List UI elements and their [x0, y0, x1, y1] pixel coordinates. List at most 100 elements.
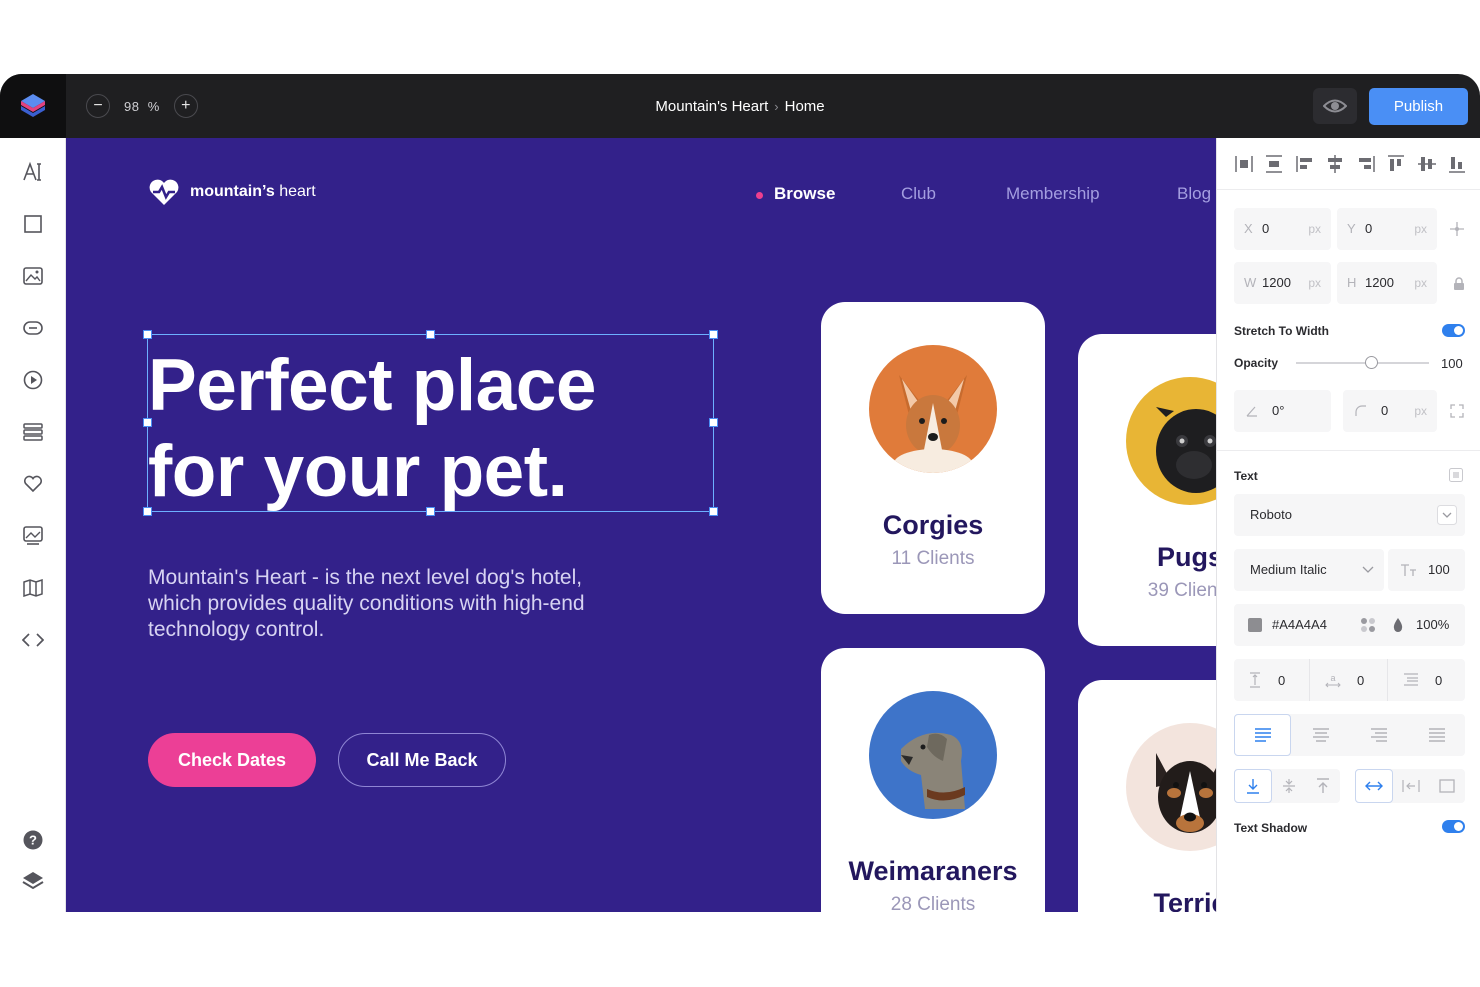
- font-size-icon: [1401, 564, 1416, 576]
- hero-description[interactable]: Mountain's Heart - is the next level dog…: [148, 565, 618, 643]
- breadcrumb-page[interactable]: Home: [785, 98, 825, 115]
- align-center-h-icon[interactable]: [1325, 154, 1345, 174]
- resize-handle-tl[interactable]: [143, 330, 152, 339]
- valign-middle-button[interactable]: [1272, 769, 1306, 803]
- align-left-icon[interactable]: [1295, 154, 1315, 174]
- x-position-field[interactable]: X 0 px: [1234, 208, 1331, 250]
- stretch-to-width-toggle[interactable]: [1442, 324, 1465, 337]
- align-text-right-button[interactable]: [1350, 714, 1407, 756]
- move-icon[interactable]: [1449, 221, 1465, 237]
- site-brand[interactable]: mountain’s heart: [148, 178, 316, 206]
- nav-membership[interactable]: Membership: [1006, 184, 1100, 204]
- text-color-field[interactable]: #A4A4A4 100%: [1234, 604, 1465, 646]
- resize-handle-t[interactable]: [426, 330, 435, 339]
- align-bottom-icon[interactable]: [1447, 154, 1467, 174]
- nav-browse[interactable]: Browse: [774, 184, 835, 204]
- font-style-select[interactable]: Medium Italic: [1234, 549, 1384, 591]
- arrow-down-icon: [1247, 779, 1259, 794]
- opacity-drop-icon: [1393, 618, 1403, 632]
- map-icon[interactable]: [19, 574, 47, 602]
- chevron-down-icon: [1437, 505, 1457, 525]
- lock-icon[interactable]: [1453, 277, 1465, 291]
- breed-card-terriers[interactable]: Terrie: [1078, 680, 1216, 912]
- align-text-justify-button[interactable]: [1408, 714, 1465, 756]
- align-right-icon[interactable]: [1356, 154, 1376, 174]
- resize-handle-r[interactable]: [709, 418, 718, 427]
- corner-radius-field[interactable]: 0 px: [1343, 390, 1437, 432]
- valign-bottom-button[interactable]: [1234, 769, 1272, 803]
- line-height-icon: [1250, 672, 1260, 688]
- align-center-v-icon[interactable]: [1417, 154, 1437, 174]
- paragraph-spacing-field[interactable]: 0: [1389, 659, 1465, 701]
- valign-top-button[interactable]: [1306, 769, 1340, 803]
- breed-card-pugs[interactable]: Pugs 39 Clients: [1078, 334, 1216, 646]
- wrap-text-icon: [1402, 780, 1420, 792]
- text-align-group: [1234, 714, 1465, 756]
- video-tool-icon[interactable]: [19, 366, 47, 394]
- fixed-size-button[interactable]: [1429, 769, 1465, 803]
- publish-button[interactable]: Publish: [1369, 88, 1468, 125]
- text-tool-icon[interactable]: [19, 158, 47, 186]
- paragraph-spacing-icon: [1404, 673, 1418, 686]
- breed-card-weimaraners[interactable]: Weimaraners 28 Clients: [821, 648, 1045, 912]
- left-toolbar: ?: [0, 138, 66, 912]
- font-size-field[interactable]: 100: [1388, 549, 1465, 591]
- align-text-left-button[interactable]: [1234, 714, 1291, 756]
- width-field[interactable]: W 1200 px: [1234, 262, 1331, 304]
- properties-panel: X 0 px Y 0 px W 1200 px H 1200 px Stretch To Wid…: [1216, 138, 1480, 912]
- resize-handle-bl[interactable]: [143, 507, 152, 516]
- resize-handle-br[interactable]: [709, 507, 718, 516]
- align-top-bottom-icon[interactable]: [1264, 154, 1284, 174]
- align-left-edge-icon[interactable]: [1234, 154, 1254, 174]
- breed-card-corgies[interactable]: Corgies 11 Clients: [821, 302, 1045, 614]
- align-top-icon[interactable]: [1386, 154, 1406, 174]
- card-subtitle: 11 Clients: [891, 548, 975, 569]
- call-me-back-button[interactable]: Call Me Back: [338, 733, 506, 787]
- resize-handle-tr[interactable]: [709, 330, 718, 339]
- list-tool-icon[interactable]: [19, 418, 47, 446]
- design-canvas[interactable]: mountain’s heart Browse Club Membership …: [66, 138, 1216, 912]
- height-field[interactable]: H 1200 px: [1337, 262, 1437, 304]
- corner-radius-icon: [1355, 405, 1366, 416]
- nav-blog[interactable]: Blog: [1177, 184, 1211, 204]
- favorite-icon[interactable]: [19, 470, 47, 498]
- opacity-slider-track[interactable]: [1296, 362, 1429, 364]
- text-shadow-toggle[interactable]: [1442, 820, 1465, 833]
- opacity-slider-handle[interactable]: [1365, 356, 1378, 369]
- resize-handle-l[interactable]: [143, 418, 152, 427]
- color-swatch[interactable]: [1248, 618, 1262, 632]
- text-shadow-label: Text Shadow: [1234, 821, 1308, 835]
- color-palette-icon[interactable]: [1360, 617, 1376, 633]
- horizontal-arrows-icon: [1365, 781, 1383, 791]
- spacing-controls: 0 a 0 0: [1234, 659, 1465, 701]
- rotation-field[interactable]: 0°: [1234, 390, 1331, 432]
- chevron-down-icon: [1362, 566, 1374, 573]
- fixed-width-button[interactable]: [1393, 769, 1429, 803]
- resize-handle-b[interactable]: [426, 507, 435, 516]
- nav-club[interactable]: Club: [901, 184, 936, 204]
- line-height-field[interactable]: 0: [1234, 659, 1310, 701]
- heart-logo-icon: [149, 179, 179, 205]
- gallery-icon[interactable]: [19, 522, 47, 550]
- layers-icon[interactable]: [19, 867, 47, 895]
- rectangle-tool-icon[interactable]: [19, 210, 47, 238]
- font-family-select[interactable]: Roboto: [1234, 494, 1465, 536]
- text-options-icon[interactable]: [1449, 468, 1463, 482]
- stretch-to-width-label: Stretch To Width: [1234, 324, 1329, 338]
- fullscreen-icon[interactable]: [1450, 404, 1464, 418]
- letter-spacing-field[interactable]: a 0: [1311, 659, 1388, 701]
- card-title: Terrie: [1153, 888, 1216, 912]
- svg-text:a: a: [1330, 673, 1335, 683]
- check-dates-button[interactable]: Check Dates: [148, 733, 316, 787]
- auto-width-button[interactable]: [1355, 769, 1393, 803]
- align-text-center-button[interactable]: [1292, 714, 1349, 756]
- preview-button[interactable]: [1313, 88, 1357, 124]
- brand-name-bold: mountain’s: [190, 183, 275, 200]
- help-icon[interactable]: ?: [19, 826, 47, 854]
- button-tool-icon[interactable]: [19, 314, 47, 342]
- y-position-field[interactable]: Y 0 px: [1337, 208, 1437, 250]
- image-tool-icon[interactable]: [19, 262, 47, 290]
- breadcrumb-separator: ›: [774, 99, 779, 114]
- breadcrumb-site[interactable]: Mountain's Heart: [655, 98, 768, 115]
- code-icon[interactable]: [19, 626, 47, 654]
